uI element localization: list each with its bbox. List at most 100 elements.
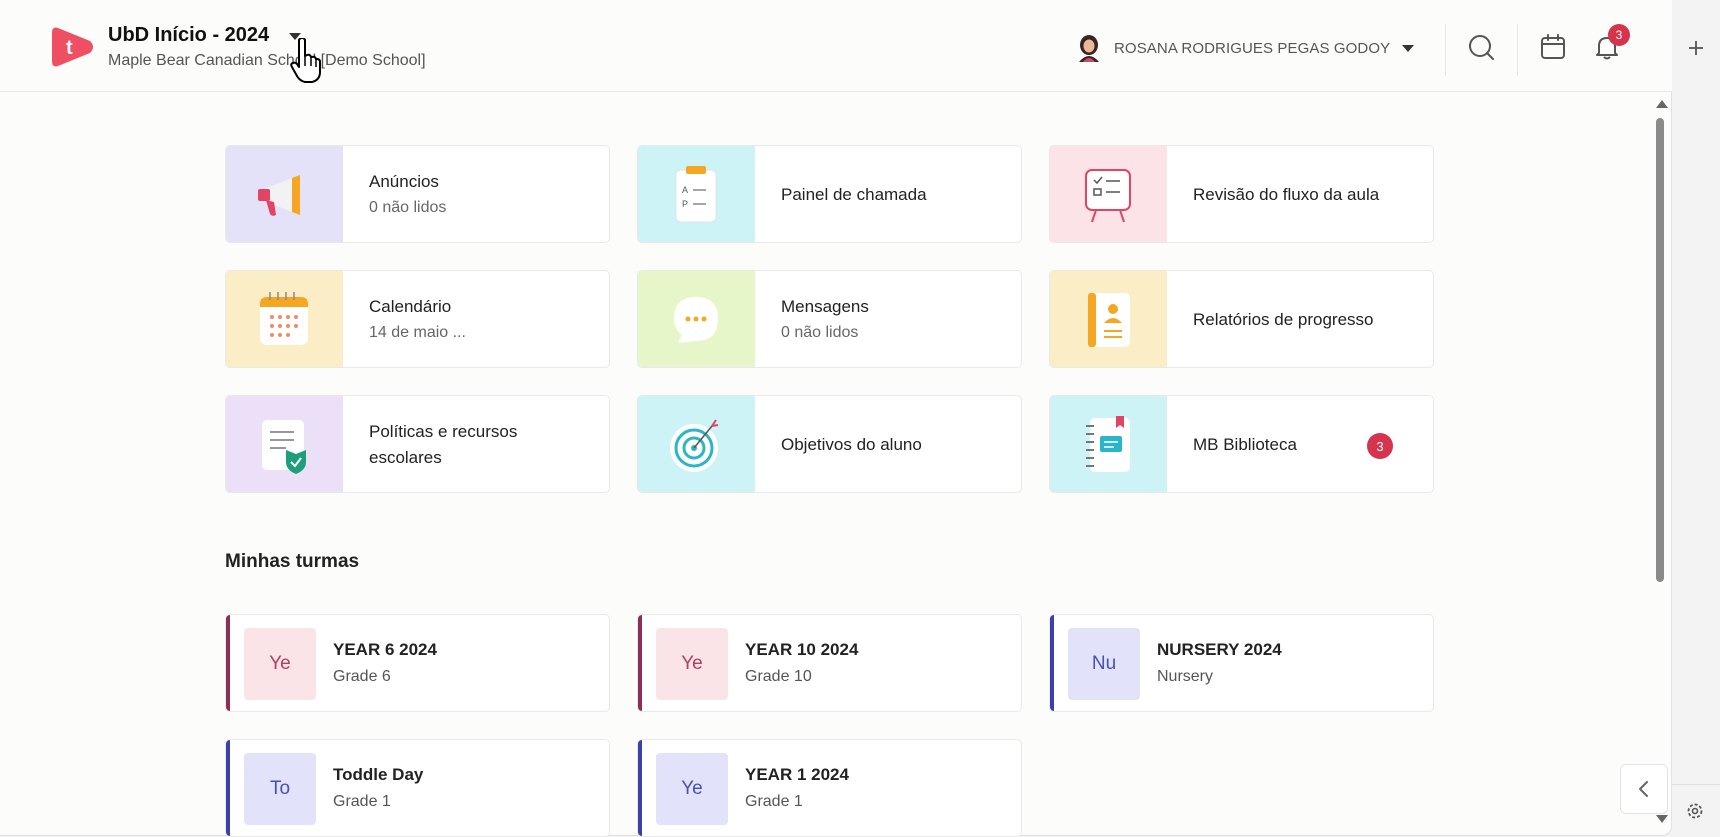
avatar xyxy=(1079,35,1099,62)
tile-title: MB Biblioteca xyxy=(1193,435,1297,454)
scroll-up-arrow-icon[interactable] xyxy=(1656,100,1668,108)
tile-calendario[interactable]: Calendário 14 de maio ... xyxy=(225,270,610,368)
notebook-icon xyxy=(1086,416,1130,472)
tile-count-badge: 3 xyxy=(1367,433,1393,459)
lesson-board-icon xyxy=(1085,169,1131,223)
policy-document-icon xyxy=(262,420,306,474)
svg-text:A: A xyxy=(682,185,688,195)
tile-title: Anúncios xyxy=(369,172,439,191)
tile-text: Revisão do fluxo da aula xyxy=(1193,146,1380,242)
class-card[interactable]: Ye YEAR 10 2024 Grade 10 xyxy=(637,614,1022,712)
chat-bubble-icon xyxy=(674,297,718,343)
logo-letter: t xyxy=(66,37,73,59)
class-abbr-tile: To xyxy=(244,753,316,825)
class-color-bar xyxy=(638,740,642,836)
class-card[interactable]: Ye YEAR 6 2024 Grade 6 xyxy=(225,614,610,712)
tile-art xyxy=(638,271,755,367)
tile-art xyxy=(226,146,343,242)
toddle-logo-icon[interactable]: t xyxy=(50,24,96,70)
class-abbr-tile: Ye xyxy=(656,628,728,700)
tile-art xyxy=(226,396,343,492)
tile-text: Painel de chamada xyxy=(781,146,927,242)
target-icon xyxy=(670,419,719,472)
attendance-clipboard-icon: A P xyxy=(675,166,717,223)
gear-icon[interactable] xyxy=(1684,800,1706,822)
class-card[interactable]: Ye YEAR 1 2024 Grade 1 xyxy=(637,739,1022,837)
tile-mensagens[interactable]: Mensagens 0 não lidos xyxy=(637,270,1022,368)
megaphone-icon xyxy=(258,175,300,216)
scroll-down-arrow-icon[interactable] xyxy=(1656,815,1668,823)
class-color-bar xyxy=(226,740,230,836)
user-name: ROSANA RODRIGUES PEGAS GODOY xyxy=(1114,39,1391,57)
tile-art xyxy=(1050,146,1167,242)
divider xyxy=(1517,24,1518,76)
tile-objetivos-do-aluno[interactable]: Objetivos do aluno xyxy=(637,395,1022,493)
report-book-icon xyxy=(1088,293,1130,347)
tile-art xyxy=(1050,396,1167,492)
class-name: YEAR 10 2024 xyxy=(745,640,859,659)
class-grade: Nursery xyxy=(1157,668,1214,685)
tile-title: Painel de chamada xyxy=(781,185,927,204)
tile-text: Anúncios 0 não lidos xyxy=(369,146,447,242)
class-grade: Grade 1 xyxy=(745,793,803,810)
notification-count-badge: 3 xyxy=(1608,24,1630,46)
tile-mb-biblioteca[interactable]: MB Biblioteca 3 xyxy=(1049,395,1434,493)
tile-text: Objetivos do aluno xyxy=(781,396,922,492)
tile-title: Políticas e recursos escolares xyxy=(369,422,518,467)
class-color-bar xyxy=(226,615,230,711)
hand-cursor-icon xyxy=(290,38,321,83)
class-name: Toddle Day xyxy=(333,765,424,784)
tile-text: Calendário 14 de maio ... xyxy=(369,271,466,367)
class-grade: Grade 1 xyxy=(333,793,391,810)
tile-text: Mensagens 0 não lidos xyxy=(781,271,869,367)
class-abbr-tile: Ye xyxy=(244,628,316,700)
tile-title: Mensagens xyxy=(781,297,869,316)
tile-painel-de-chamada[interactable]: A P Painel de chamada xyxy=(637,145,1022,243)
app-title[interactable]: UbD Início - 2024 xyxy=(108,24,269,47)
divider xyxy=(1445,24,1446,76)
tile-anuncios[interactable]: Anúncios 0 não lidos xyxy=(225,145,610,243)
tile-title: Revisão do fluxo da aula xyxy=(1193,185,1380,204)
tile-title: Calendário xyxy=(369,297,452,316)
calendar-icon xyxy=(260,292,308,345)
tile-art xyxy=(226,271,343,367)
collapse-panel-button[interactable] xyxy=(1620,764,1668,814)
svg-text:P: P xyxy=(682,199,688,209)
tile-politicas-e-recursos-escolares[interactable]: Políticas e recursos escolares xyxy=(225,395,610,493)
tile-subtitle: 0 não lidos xyxy=(369,199,447,216)
tile-revisao-do-fluxo-da-aula[interactable]: Revisão do fluxo da aula xyxy=(1049,145,1434,243)
search-icon[interactable] xyxy=(1466,32,1496,62)
class-name: YEAR 6 2024 xyxy=(333,640,437,659)
scrollbar-thumb[interactable] xyxy=(1656,118,1664,582)
plus-icon[interactable] xyxy=(1684,36,1708,60)
tile-art: A P xyxy=(638,146,755,242)
class-card[interactable]: To Toddle Day Grade 1 xyxy=(225,739,610,837)
tile-subtitle: 0 não lidos xyxy=(781,324,859,341)
tile-text: MB Biblioteca xyxy=(1193,396,1297,492)
calendar-icon[interactable] xyxy=(1538,32,1568,62)
school-name: Maple Bear Canadian School [Demo School] xyxy=(108,52,426,69)
chevron-left-icon xyxy=(1639,781,1648,797)
tile-title: Relatórios de progresso xyxy=(1193,310,1374,329)
section-title-minhas-turmas: Minhas turmas xyxy=(225,551,360,572)
tile-text: Relatórios de progresso xyxy=(1193,271,1374,367)
class-card[interactable]: Nu NURSERY 2024 Nursery xyxy=(1049,614,1434,712)
class-name: NURSERY 2024 xyxy=(1157,640,1282,659)
class-color-bar xyxy=(1050,615,1054,711)
tile-title: Objetivos do aluno xyxy=(781,435,922,454)
app-window: t UbD Início - 2024 Maple Bear Canadian … xyxy=(0,0,1672,837)
class-abbr-tile: Nu xyxy=(1068,628,1140,700)
tile-text: Políticas e recursos escolares xyxy=(369,396,579,492)
class-abbr-tile: Ye xyxy=(656,753,728,825)
divider xyxy=(1672,784,1720,785)
class-grade: Grade 6 xyxy=(333,668,391,685)
top-header: t UbD Início - 2024 Maple Bear Canadian … xyxy=(0,0,1672,92)
class-grade: Grade 10 xyxy=(745,668,812,685)
tile-art xyxy=(638,396,755,492)
browser-side-strip xyxy=(1672,0,1720,836)
chevron-down-icon[interactable] xyxy=(1402,44,1415,52)
tile-subtitle: 14 de maio ... xyxy=(369,324,466,341)
class-name: YEAR 1 2024 xyxy=(745,765,849,784)
user-menu[interactable]: ROSANA RODRIGUES PEGAS GODOY xyxy=(1076,34,1415,62)
tile-relatorios-de-progresso[interactable]: Relatórios de progresso xyxy=(1049,270,1434,368)
